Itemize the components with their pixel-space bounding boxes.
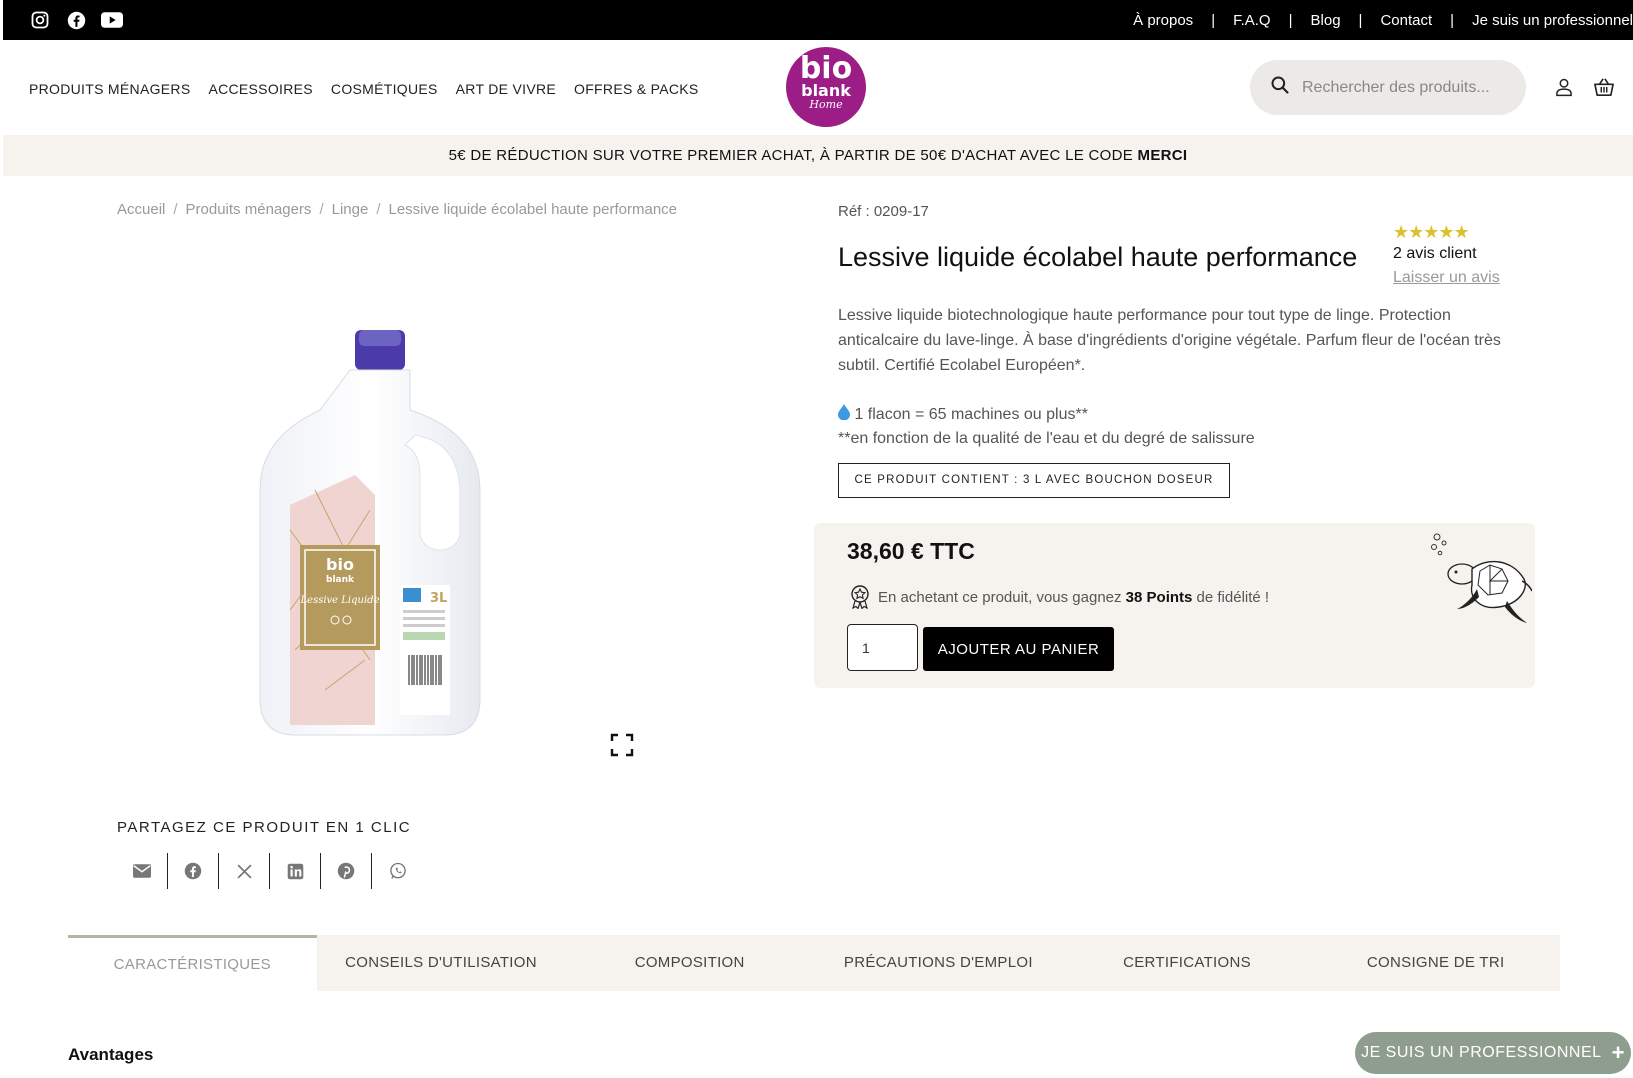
linkedin-share-icon[interactable]: [270, 853, 321, 889]
tab-certifications[interactable]: CERTIFICATIONS: [1063, 935, 1312, 991]
top-link-faq[interactable]: F.A.Q: [1233, 12, 1271, 29]
machines-text: 1 flacon = 65 machines ou plus**: [854, 406, 1088, 423]
fullscreen-zoom-icon[interactable]: [610, 733, 634, 757]
email-share-icon[interactable]: [117, 853, 168, 889]
professional-button-label: JE SUIS UN PROFESSIONNEL: [1361, 1044, 1602, 1061]
separator: |: [1288, 12, 1293, 29]
product-description: Lessive liquide biotechnologique haute p…: [838, 307, 1501, 374]
breadcrumb-linge[interactable]: Linge: [332, 201, 369, 218]
top-links: À propos | F.A.Q | Blog | Contact | Je s…: [1133, 12, 1633, 29]
tab-composition[interactable]: COMPOSITION: [565, 935, 814, 991]
promo-banner: 5€ DE RÉDUCTION SUR VOTRE PREMIER ACHAT,…: [3, 135, 1633, 176]
points-prefix: En achetant ce produit, vous gagnez: [878, 588, 1126, 606]
product-contents-badge: CE PRODUIT CONTIENT : 3 L AVEC BOUCHON D…: [838, 463, 1230, 498]
rating-stars: ★★★★★: [1393, 222, 1470, 242]
nav-item-produits-menagers[interactable]: PRODUITS MÉNAGERS: [29, 81, 190, 97]
review-count: 2 avis client: [1393, 245, 1477, 262]
product-tabs: CARACTÉRISTIQUES CONSEILS D'UTILISATION …: [68, 935, 1560, 991]
breadcrumb-produits-menagers[interactable]: Produits ménagers: [186, 201, 312, 218]
breadcrumb-current: Lessive liquide écolabel haute performan…: [388, 201, 677, 218]
separator: |: [1450, 12, 1455, 29]
logo-text-blank: blank: [801, 81, 851, 100]
search-bar[interactable]: [1250, 60, 1526, 115]
youtube-icon[interactable]: [101, 9, 123, 31]
share-title: PARTAGEZ CE PRODUIT EN 1 CLIC: [117, 819, 412, 836]
turtle-illustration: [1422, 529, 1533, 629]
tab-conseils-utilisation[interactable]: CONSEILS D'UTILISATION: [317, 935, 566, 991]
top-link-about[interactable]: À propos: [1133, 12, 1193, 29]
loyalty-points: En achetant ce produit, vous gagnez 38 P…: [850, 585, 1269, 609]
facebook-icon[interactable]: [65, 9, 87, 31]
tab-precautions-emploi[interactable]: PRÉCAUTIONS D'EMPLOI: [814, 935, 1063, 991]
breadcrumb: Accueil / Produits ménagers / Linge / Le…: [117, 201, 677, 218]
leave-review-link[interactable]: Laisser un avis: [1393, 269, 1500, 287]
water-drop-icon: [838, 404, 850, 421]
points-suffix: de fidélité !: [1192, 588, 1270, 606]
label-product-name: Lessive Liquide: [300, 595, 380, 606]
product-reference: Réf : 0209-17: [838, 203, 929, 220]
breadcrumb-separator: /: [319, 201, 324, 218]
add-to-cart-button[interactable]: AJOUTER AU PANIER: [923, 627, 1114, 671]
brand-logo[interactable]: bio blank Home: [786, 47, 866, 127]
promo-code: MERCI: [1137, 147, 1188, 164]
product-price: 38,60 € TTC: [847, 538, 975, 564]
search-icon[interactable]: [1270, 75, 1290, 100]
instagram-icon[interactable]: [29, 9, 51, 31]
social-links: [29, 9, 123, 31]
logo-text-home: Home: [809, 98, 843, 111]
logo-text-bio: bio: [799, 51, 853, 86]
machines-note: **en fonction de la qualité de l'eau et …: [838, 430, 1255, 447]
professional-floating-button[interactable]: JE SUIS UN PROFESSIONNEL +: [1355, 1032, 1631, 1074]
separator: |: [1358, 12, 1363, 29]
machines-line: 1 flacon = 65 machines ou plus**: [838, 403, 1255, 427]
label-volume: 3L: [430, 591, 447, 606]
whatsapp-share-icon[interactable]: [372, 853, 423, 889]
breadcrumb-separator: /: [173, 201, 178, 218]
main-nav: PRODUITS MÉNAGERS ACCESSOIRES COSMÉTIQUE…: [29, 81, 699, 97]
separator: |: [1211, 12, 1216, 29]
promo-text: 5€ DE RÉDUCTION SUR VOTRE PREMIER ACHAT,…: [448, 147, 1138, 164]
share-buttons: [117, 853, 423, 889]
usage-info: 1 flacon = 65 machines ou plus** **en fo…: [838, 403, 1255, 451]
tab-caracteristiques[interactable]: CARACTÉRISTIQUES: [68, 935, 317, 991]
nav-item-offres-packs[interactable]: OFFRES & PACKS: [574, 81, 699, 97]
product-title: Lessive liquide écolabel haute performan…: [838, 242, 1358, 272]
tab-consigne-tri[interactable]: CONSIGNE DE TRI: [1311, 935, 1560, 991]
purchase-box: 38,60 € TTC En achetant ce produit, vous…: [814, 523, 1535, 688]
x-share-icon[interactable]: [219, 853, 270, 889]
nav-item-accessoires[interactable]: ACCESSOIRES: [208, 81, 312, 97]
nav-item-art-de-vivre[interactable]: ART DE VIVRE: [456, 81, 556, 97]
breadcrumb-home[interactable]: Accueil: [117, 201, 165, 218]
loyalty-badge-icon: [851, 585, 869, 609]
facebook-share-icon[interactable]: [168, 853, 219, 889]
points-value: 38 Points: [1125, 588, 1193, 606]
top-link-blog[interactable]: Blog: [1311, 12, 1341, 29]
rating-block: ★★★★★ 2 avis client Laisser un avis: [1393, 222, 1500, 287]
quantity-input[interactable]: [847, 624, 918, 671]
main-header: PRODUITS MÉNAGERS ACCESSOIRES COSMÉTIQUE…: [3, 40, 1633, 135]
breadcrumb-separator: /: [376, 201, 381, 218]
top-bar: À propos | F.A.Q | Blog | Contact | Je s…: [3, 0, 1633, 40]
pinterest-share-icon[interactable]: [321, 853, 372, 889]
cart-basket-icon[interactable]: [1593, 76, 1615, 98]
search-input[interactable]: [1302, 78, 1512, 97]
nav-item-cosmetiques[interactable]: COSMÉTIQUES: [331, 81, 438, 97]
label-brand-blank: blank: [326, 575, 355, 585]
product-image[interactable]: bio blank Lessive Liquide 3L: [255, 330, 510, 750]
top-link-professional[interactable]: Je suis un professionnel: [1472, 12, 1633, 29]
top-link-contact[interactable]: Contact: [1380, 12, 1432, 29]
label-brand-bio: bio: [326, 555, 354, 574]
plus-icon: +: [1611, 1040, 1625, 1065]
section-title-avantages: Avantages: [68, 1045, 154, 1064]
account-icon[interactable]: [1553, 76, 1575, 98]
